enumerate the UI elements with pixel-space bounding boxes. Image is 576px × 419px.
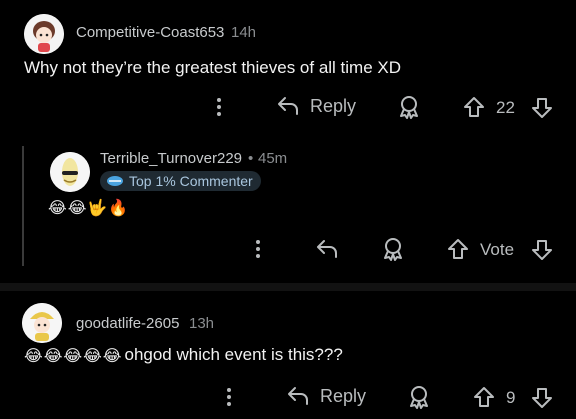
upvote-arrow-icon[interactable]	[472, 385, 496, 409]
comment-2: Terrible_Turnover229 • 45m Top 1% Commen…	[0, 140, 576, 280]
user-avatar[interactable]	[24, 14, 64, 54]
comment-timestamp: 13h	[189, 315, 215, 332]
vote-score: 22	[496, 98, 515, 117]
badge-label: Top 1% Commenter	[129, 173, 253, 189]
top-commenter-badge[interactable]: Top 1% Commenter	[100, 171, 261, 191]
comment-timestamp: 14h	[231, 24, 257, 41]
comment-username[interactable]: goodatlife-2605	[76, 315, 179, 332]
comment-text: Why not they’re the greatest thieves of …	[24, 58, 402, 77]
reply-label: Reply	[310, 95, 357, 116]
upvote-arrow-icon[interactable]	[446, 237, 470, 261]
downvote-arrow-icon[interactable]	[530, 386, 554, 410]
reply-label: Reply	[320, 385, 367, 406]
comment-3: goodatlife-2605 13h 😂😂😂😂😂 ohgod which ev…	[0, 291, 576, 419]
award-icon[interactable]	[381, 237, 405, 261]
badge-icon	[106, 175, 124, 187]
timestamp-separator: •	[248, 150, 254, 167]
user-avatar[interactable]	[22, 303, 62, 343]
comment-timestamp: 45m	[258, 150, 288, 167]
comment-1: Competitive-Coast653 14h Why not they’re…	[0, 0, 576, 130]
comment-emojis: 😂😂🤟🔥	[48, 198, 130, 217]
comment-body: 😂😂😂😂😂 ohgod which event is this???	[24, 345, 343, 365]
comment-emojis: 😂😂😂😂😂	[24, 345, 123, 365]
comment-username[interactable]: Terrible_Turnover229	[100, 150, 242, 167]
award-icon[interactable]	[397, 95, 421, 119]
vote-label: Vote	[480, 240, 515, 259]
downvote-arrow-icon[interactable]	[530, 96, 554, 120]
more-vertical-icon[interactable]	[247, 238, 269, 260]
comment-text: ohgod which event is this???	[124, 345, 343, 364]
user-avatar[interactable]	[50, 152, 90, 192]
comment-divider	[0, 283, 576, 291]
comment-username[interactable]: Competitive-Coast653	[76, 24, 224, 41]
reply-button[interactable]: Reply	[286, 385, 366, 407]
more-vertical-icon[interactable]	[218, 386, 240, 408]
upvote-arrow-icon[interactable]	[462, 95, 486, 119]
reply-arrow-icon	[286, 385, 310, 407]
award-icon[interactable]	[407, 385, 431, 409]
more-vertical-icon[interactable]	[208, 96, 230, 118]
vote-score: 9	[506, 388, 516, 407]
reply-button[interactable]: Reply	[276, 95, 356, 117]
downvote-arrow-icon[interactable]	[530, 238, 554, 262]
reply-arrow-icon	[276, 95, 300, 117]
reply-arrow-icon[interactable]	[314, 237, 340, 261]
